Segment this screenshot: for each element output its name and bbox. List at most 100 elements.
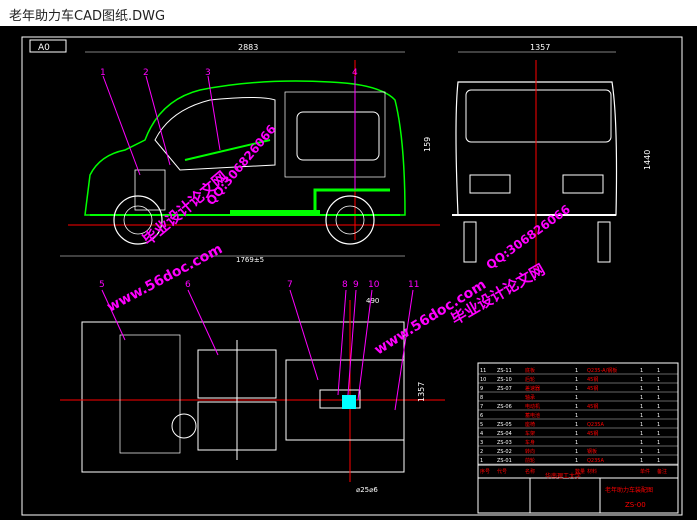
bom-cell-no: 1	[480, 458, 483, 464]
bom-cell-no: 5	[480, 422, 483, 428]
bom-cell-code: ZS-04	[497, 431, 512, 437]
bom-cell-name: 座椅	[525, 421, 535, 428]
bom-cell-no: 4	[480, 431, 483, 437]
bom-cell-code: ZS-06	[497, 404, 512, 410]
bom-cell-c2: 1	[657, 377, 660, 383]
callout-8: 8	[342, 280, 348, 290]
drawing-number: ZS-00	[625, 501, 646, 509]
bom-table: 11 ZS-11 底板 1 Q235-A/钢板 1 110 ZS-10 后轮 1 45钢 1 19 ZS-…	[477, 362, 679, 514]
bom-cell-c2: 1	[657, 395, 660, 401]
callout-10: 10	[368, 280, 380, 290]
callout-9: 9	[353, 280, 359, 290]
bom-cell-c1: 1	[640, 404, 643, 410]
bom-cell-c2: 1	[657, 404, 660, 410]
bom-cell-qty: 1	[575, 377, 578, 383]
callout-7: 7	[287, 280, 293, 290]
bom-cell-c2: 1	[657, 422, 660, 428]
bom-cell-no: 10	[480, 377, 486, 383]
dim-top-height: 1357	[417, 382, 426, 402]
bom-cell-qty: 1	[575, 404, 578, 410]
top-view: 490 1357 ⌀25⌀6	[60, 297, 445, 494]
bom-cell-no: 3	[480, 440, 483, 446]
title-bar: 老年助力车CAD图纸.DWG	[0, 0, 697, 27]
bom-cell-qty: 1	[575, 440, 578, 446]
bom-cell-c1: 1	[640, 458, 643, 464]
border-frame	[21, 36, 683, 516]
bom-cell-code: ZS-11	[497, 368, 512, 374]
watermarks: www.56doc.com QQ:306826066 毕业设计论文网 www.5…	[104, 122, 573, 358]
dim-front-height: 159	[423, 137, 432, 152]
bom-header-mat: 材料	[587, 468, 597, 475]
bom-header-no: 序号	[480, 468, 490, 475]
watermark-name-1: 毕业设计论文网	[139, 168, 231, 249]
dim-wheelbase: 1769±5	[236, 256, 264, 264]
drawing-svg: A0 2883 1769±5 159 1 2 3 4 1357 1440 490…	[21, 36, 683, 516]
bom-cell-name: 前轮	[525, 457, 535, 464]
watermark-site-1: www.56doc.com	[104, 241, 225, 315]
callout-1: 1	[100, 68, 106, 78]
sheet-size-label: A0	[38, 43, 50, 53]
drawing-name: 老年助力车装配图	[605, 486, 653, 494]
bom-cell-c2: 1	[657, 458, 660, 464]
bom-cell-c1: 1	[640, 413, 643, 419]
bom-cell-c2: 1	[657, 413, 660, 419]
dim-side-width: 1357	[530, 43, 550, 52]
bom-cell-qty: 1	[575, 368, 578, 374]
bom-cell-c1: 1	[640, 386, 643, 392]
bom-cell-c2: 1	[657, 449, 660, 455]
bom-cell-code: ZS-05	[497, 422, 512, 428]
bom-cell-c1: 1	[640, 422, 643, 428]
bom-cell-name: 车架	[525, 430, 535, 437]
bom-cell-mat: 45钢	[587, 430, 598, 437]
bom-cell-mat: 45钢	[587, 376, 598, 383]
cad-drawing-canvas[interactable]: A0 2883 1769±5 159 1 2 3 4 1357 1440 490…	[0, 26, 697, 520]
bom-cell-qty: 1	[575, 449, 578, 455]
callout-3: 3	[205, 68, 211, 78]
bom-cell-c1: 1	[640, 431, 643, 437]
bom-cell-qty: 1	[575, 422, 578, 428]
bom-cell-no: 7	[480, 404, 483, 410]
bom-cell-code: ZS-07	[497, 386, 512, 392]
bom-cell-code: ZS-02	[497, 449, 512, 455]
bom-cell-c1: 1	[640, 449, 643, 455]
bom-cell-qty: 1	[575, 395, 578, 401]
side-view: 1357 1440	[452, 43, 652, 270]
bom-cell-no: 11	[480, 368, 486, 374]
bom-header-c2: 备注	[657, 468, 667, 475]
bom-cell-c2: 1	[657, 440, 660, 446]
bom-cell-no: 2	[480, 449, 483, 455]
bom-cell-no: 9	[480, 386, 483, 392]
bom-cell-mat: Q235A	[587, 458, 604, 464]
bom-header-qty: 数量	[575, 468, 585, 475]
callout-4: 4	[352, 68, 358, 78]
bom-cell-c1: 1	[640, 395, 643, 401]
bom-cell-c1: 1	[640, 368, 643, 374]
bom-cell-qty: 1	[575, 458, 578, 464]
bom-rows: 11 ZS-11 底板 1 Q235-A/钢板 1 110 ZS-10 后轮 1 45钢 1 19 ZS-…	[478, 367, 678, 465]
bom-cell-qty: 1	[575, 413, 578, 419]
bom-cell-qty: 1	[575, 386, 578, 392]
bom-cell-code: ZS-01	[497, 458, 512, 464]
bom-cell-name: 底板	[525, 367, 535, 374]
bom-cell-name: 转向	[525, 448, 535, 455]
bom-cell-name: 车身	[525, 439, 535, 446]
bom-cell-code: ZS-10	[497, 377, 512, 383]
bom-cell-mat: 45钢	[587, 385, 598, 392]
bom-header-c1: 单件	[640, 468, 650, 475]
bom-cell-name: 蓄电池	[525, 412, 540, 419]
bom-cell-mat: Q235A	[587, 422, 604, 428]
bom-cell-mat: Q235-A/钢板	[587, 367, 617, 374]
bom-cell-mat: 钢板	[587, 448, 597, 455]
bom-cell-mat: 45钢	[587, 403, 598, 410]
bom-cell-c2: 1	[657, 368, 660, 374]
bom-cell-name: 差速器	[525, 385, 540, 392]
bom-cell-c1: 1	[640, 377, 643, 383]
callout-2: 2	[143, 68, 149, 78]
bom-cell-name: 后轮	[525, 376, 535, 383]
dim-bottom: ⌀25⌀6	[356, 486, 378, 494]
bom-header-name: 名称	[525, 468, 535, 475]
bom-cell-qty: 1	[575, 431, 578, 437]
dim-side-height: 1440	[643, 150, 652, 170]
bom-cell-name: 电动机	[525, 403, 540, 410]
bom-cell-code: ZS-03	[497, 440, 512, 446]
